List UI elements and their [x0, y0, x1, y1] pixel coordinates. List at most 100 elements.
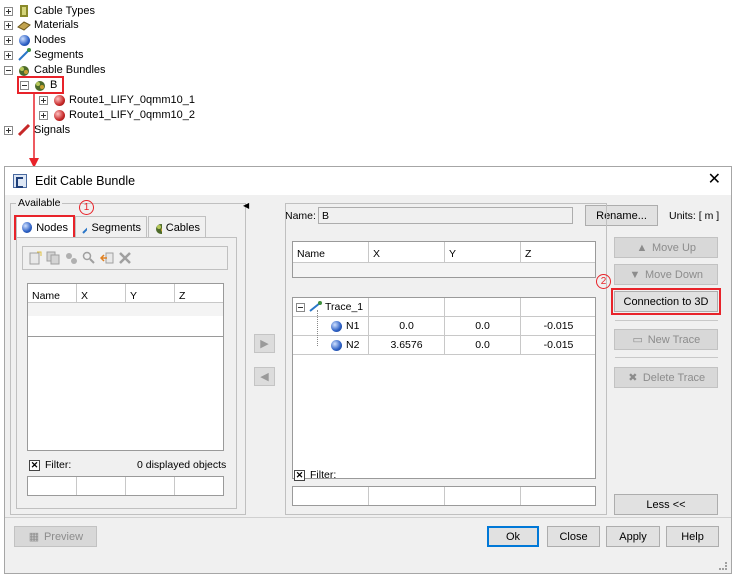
callout-arrow: [29, 94, 39, 168]
x-cell[interactable]: 3.6576: [369, 336, 445, 354]
import-node-icon[interactable]: [97, 248, 117, 268]
expand-plus-icon[interactable]: [4, 6, 13, 16]
cable-bundle-icon: [17, 63, 31, 77]
new-node-icon[interactable]: [25, 248, 45, 268]
arrow-up-icon: ▲: [636, 241, 648, 254]
tree-item-segments[interactable]: Segments: [4, 48, 84, 62]
copy-node-icon[interactable]: [43, 248, 63, 268]
divider: [615, 357, 718, 358]
cable-type-icon: [17, 4, 31, 18]
node-sphere-icon: [331, 320, 342, 332]
highlight-box-b: [17, 76, 64, 94]
delete-node-icon[interactable]: [115, 248, 135, 268]
table-row[interactable]: N1 0.0 0.0 -0.015: [293, 317, 595, 336]
node-properties-icon[interactable]: [61, 248, 81, 268]
help-button[interactable]: Help: [666, 526, 719, 547]
cable-bundle-icon: [156, 223, 162, 234]
expand-plus-icon[interactable]: [39, 110, 48, 120]
node-name-cell: N2: [346, 339, 360, 351]
add-right-arrow-icon[interactable]: ▶: [254, 334, 275, 353]
tree-item-materials[interactable]: Materials: [4, 18, 79, 32]
tree-item-route-1[interactable]: Route1_LIFY_0qmm10_1: [39, 93, 195, 107]
new-trace-button[interactable]: ▭ New Trace: [614, 329, 718, 350]
resize-grip-icon[interactable]: [719, 562, 727, 570]
trace-nodes-table[interactable]: Trace_1 N1 0.0 0.0 -0.015 N2 3.6576 0.0 …: [292, 297, 596, 479]
filter-checkbox[interactable]: ✕: [294, 469, 305, 481]
ok-button[interactable]: Ok: [487, 526, 539, 547]
segment-icon: [82, 226, 88, 234]
available-label: Available: [16, 197, 63, 209]
search-node-icon[interactable]: [79, 248, 99, 268]
apply-button[interactable]: Apply: [606, 526, 660, 547]
tree-item-route-2[interactable]: Route1_LIFY_0qmm10_2: [39, 108, 195, 122]
footer-divider: [5, 517, 731, 518]
tree-label: Route1_LIFY_0qmm10_2: [69, 109, 195, 121]
tree-connector: [317, 310, 318, 346]
delete-icon: ✖: [628, 372, 638, 384]
segment-icon: [17, 48, 31, 62]
table-row-trace[interactable]: Trace_1: [293, 298, 595, 317]
tree-label: Segments: [34, 49, 84, 61]
tree-item-nodes[interactable]: Nodes: [4, 33, 66, 47]
route-icon: [52, 108, 66, 122]
route-icon: [52, 93, 66, 107]
less-button[interactable]: Less <<: [614, 494, 718, 515]
filter-header-row: [28, 302, 223, 316]
y-cell[interactable]: 0.0: [445, 336, 521, 354]
left-filter-row: ✕ Filter:: [29, 459, 71, 471]
arrow-down-icon: ▼: [629, 268, 641, 281]
trace-header-table[interactable]: Name X Y Z: [292, 241, 596, 278]
app-icon: [13, 174, 27, 188]
filter-label: Filter:: [45, 459, 72, 471]
tab-cables[interactable]: Cables: [148, 216, 206, 238]
node-name-cell: N1: [346, 320, 360, 332]
left-filter-inputs[interactable]: [27, 476, 224, 496]
highlight-box-connection: [611, 288, 721, 315]
tree-item-cable-bundles[interactable]: Cable Bundles: [4, 63, 106, 77]
collapse-minus-icon[interactable]: [4, 65, 13, 75]
tree-item-cable-types[interactable]: Cable Types: [4, 4, 95, 18]
preview-icon: ▦: [28, 531, 40, 543]
annotation-number-1: 1: [79, 200, 94, 215]
expand-plus-icon[interactable]: [4, 35, 13, 45]
divider: [615, 320, 718, 321]
delete-trace-button[interactable]: ✖ Delete Trace: [614, 367, 718, 388]
move-down-button[interactable]: ▼ Move Down: [614, 264, 718, 285]
filter-label: Filter:: [310, 469, 337, 481]
node-sphere-icon: [331, 339, 342, 351]
expand-plus-icon[interactable]: [4, 125, 13, 135]
filter-checkbox[interactable]: ✕: [29, 459, 40, 471]
collapse-left-icon[interactable]: ◀: [243, 201, 249, 210]
tab-label: Segments: [91, 221, 141, 234]
close-icon[interactable]: ✕: [708, 172, 721, 188]
expand-plus-icon[interactable]: [39, 95, 48, 105]
material-icon: [17, 18, 31, 32]
right-filter-row: ✕ Filter:: [294, 469, 336, 481]
tree-label: Nodes: [34, 34, 66, 46]
trace-label: Trace_1: [325, 301, 364, 313]
tree-label: Materials: [34, 19, 79, 31]
annotation-number-2: 2: [596, 274, 611, 289]
dialog-titlebar: Edit Cable Bundle ✕: [5, 167, 731, 195]
z-cell[interactable]: -0.015: [521, 336, 596, 354]
move-up-button[interactable]: ▲ Move Up: [614, 237, 718, 258]
dialog-title: Edit Cable Bundle: [35, 174, 136, 188]
close-button[interactable]: Close: [547, 526, 600, 547]
table-row[interactable]: N2 3.6576 0.0 -0.015: [293, 336, 595, 355]
x-cell[interactable]: 0.0: [369, 317, 445, 335]
y-cell[interactable]: 0.0: [445, 317, 521, 335]
collapse-minus-icon[interactable]: [296, 302, 305, 312]
expand-plus-icon[interactable]: [4, 50, 13, 60]
trace-icon: [309, 301, 322, 312]
z-cell[interactable]: -0.015: [521, 317, 596, 335]
remove-left-arrow-icon[interactable]: ◀: [254, 367, 275, 386]
expand-plus-icon[interactable]: [4, 20, 13, 30]
filter-header-row: [293, 262, 595, 277]
node-sphere-icon: [17, 33, 31, 47]
available-nodes-table[interactable]: Name X Y Z: [27, 283, 224, 451]
tab-segments[interactable]: Segments: [75, 216, 147, 238]
displayed-objects-count: 0 displayed objects: [137, 459, 227, 471]
right-filter-inputs[interactable]: [292, 486, 596, 506]
new-trace-icon: ▭: [632, 334, 643, 346]
preview-button[interactable]: ▦ Preview: [14, 526, 97, 547]
